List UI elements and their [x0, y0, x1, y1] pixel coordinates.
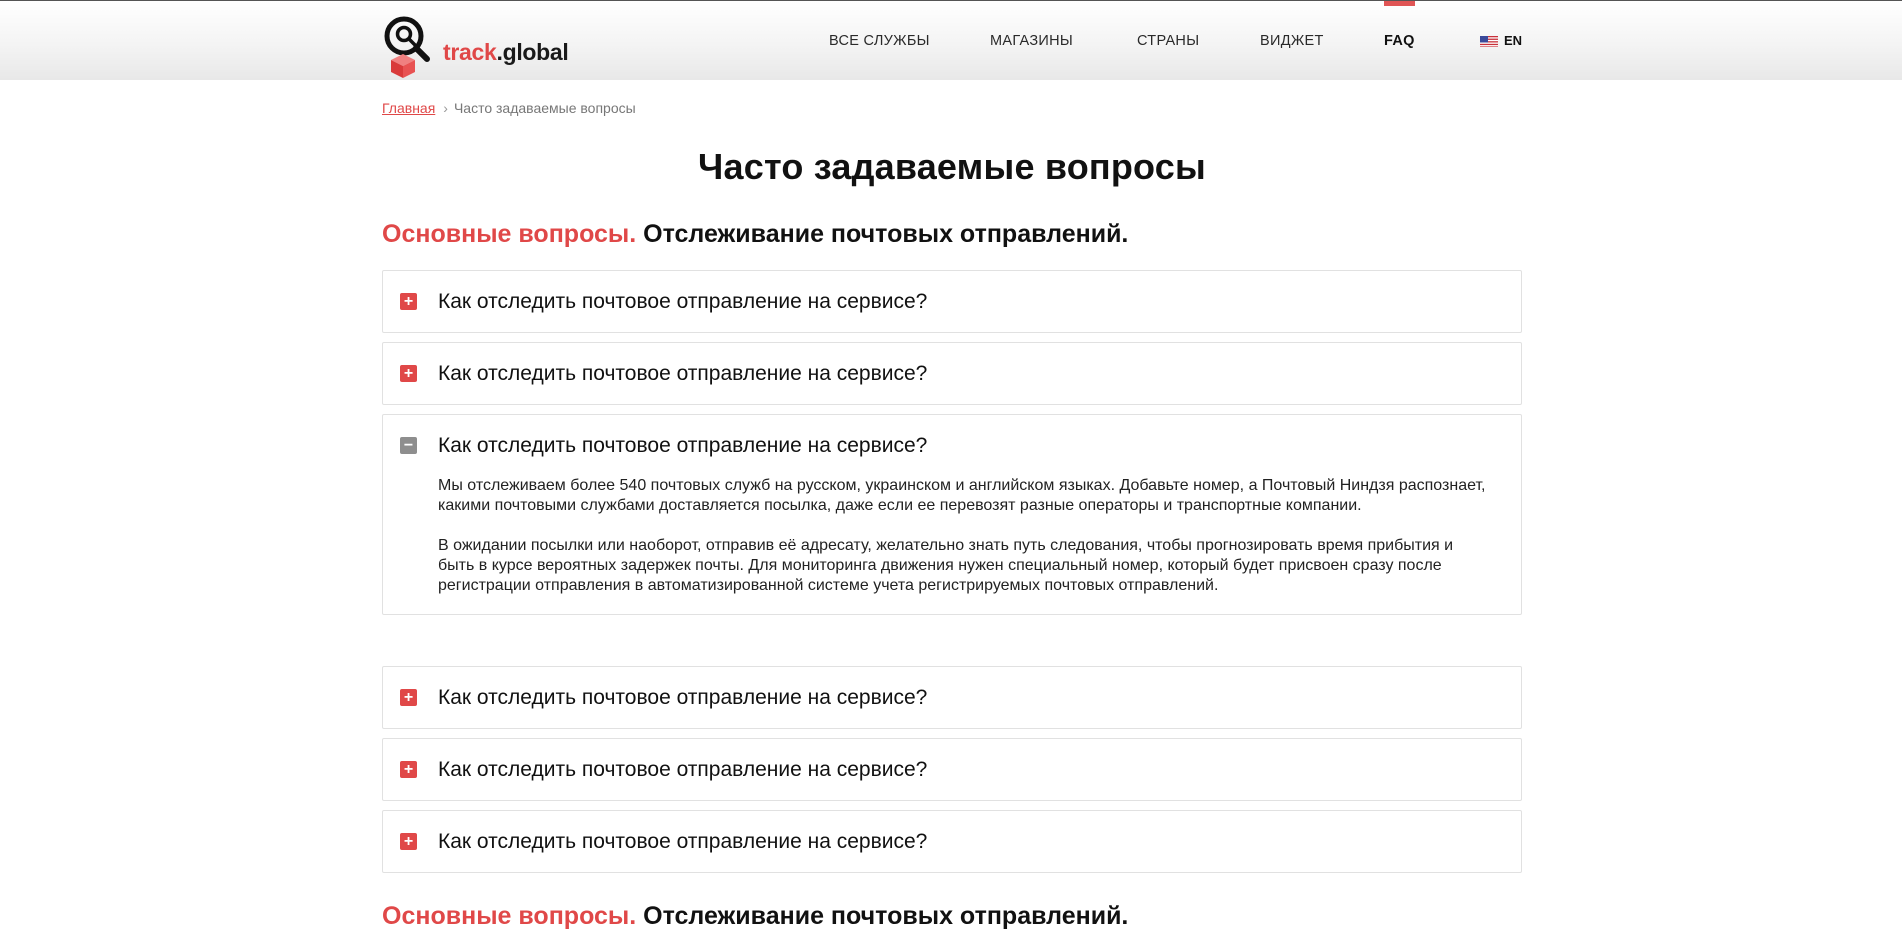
- section-title-accent: Основные вопросы.: [382, 902, 637, 930]
- section-title-rest: Отслеживание почтовых отправлений.: [643, 902, 1129, 930]
- faq-question-toggle[interactable]: + Как отследить почтовое отправление на …: [383, 271, 1521, 332]
- faq-question: Как отследить почтовое отправление на се…: [438, 434, 928, 457]
- plus-icon[interactable]: +: [400, 365, 417, 382]
- faq-answer-paragraph: Мы отслеживаем более 540 почтовых служб …: [438, 477, 1486, 514]
- faq-question: Как отследить почтовое отправление на се…: [438, 758, 928, 781]
- section-title-accent: Основные вопросы.: [382, 220, 637, 248]
- us-flag-icon: [1480, 35, 1498, 47]
- nav-item-all-services[interactable]: ВСЕ СЛУЖБЫ: [829, 33, 930, 49]
- plus-icon[interactable]: +: [400, 689, 417, 706]
- faq-item: + Как отследить почтовое отправление на …: [382, 342, 1522, 405]
- section-title: Основные вопросы. Отслеживание почтовых …: [382, 902, 1128, 931]
- section-title: Основные вопросы. Отслеживание почтовых …: [382, 220, 1128, 249]
- main-nav: ВСЕ СЛУЖБЫ МАГАЗИНЫ СТРАНЫ ВИДЖЕТ FAQ EN: [382, 1, 1522, 80]
- faq-question: Как отследить почтовое отправление на се…: [438, 830, 928, 853]
- faq-question-toggle[interactable]: + Как отследить почтовое отправление на …: [383, 811, 1521, 872]
- faq-item: + Как отследить почтовое отправление на …: [382, 810, 1522, 873]
- page-title: Часто задаваемые вопросы: [698, 146, 1206, 187]
- faq-question: Как отследить почтовое отправление на се…: [438, 290, 928, 313]
- site-header: track.global ВСЕ СЛУЖБЫ МАГАЗИНЫ СТРАНЫ …: [0, 1, 1902, 80]
- nav-item-countries[interactable]: СТРАНЫ: [1137, 33, 1199, 49]
- faq-question: Как отследить почтовое отправление на се…: [438, 686, 928, 709]
- breadcrumb: Главная › Часто задаваемые вопросы: [382, 100, 636, 116]
- breadcrumb-home-link[interactable]: Главная: [382, 100, 435, 116]
- language-switcher[interactable]: EN: [1480, 33, 1522, 48]
- nav-item-widget[interactable]: ВИДЖЕТ: [1260, 33, 1324, 49]
- faq-question: Как отследить почтовое отправление на се…: [438, 362, 928, 385]
- nav-item-stores[interactable]: МАГАЗИНЫ: [990, 33, 1073, 49]
- nav-item-faq[interactable]: FAQ: [1384, 33, 1415, 49]
- faq-question-toggle[interactable]: + Как отследить почтовое отправление на …: [383, 343, 1521, 404]
- faq-item: + Как отследить почтовое отправление на …: [382, 738, 1522, 801]
- faq-question-toggle[interactable]: + Как отследить почтовое отправление на …: [383, 739, 1521, 800]
- plus-icon[interactable]: +: [400, 833, 417, 850]
- faq-item: + Как отследить почтовое отправление на …: [382, 270, 1522, 333]
- language-label: EN: [1504, 33, 1523, 48]
- faq-answer-paragraph: В ожидании посылки или наоборот, отправи…: [438, 537, 1454, 594]
- faq-answer: Мы отслеживаем более 540 почтовых служб …: [383, 476, 1521, 614]
- faq-item-expanded: − Как отследить почтовое отправление на …: [382, 414, 1522, 615]
- chevron-right-icon: ›: [443, 100, 448, 116]
- faq-item: + Как отследить почтовое отправление на …: [382, 666, 1522, 729]
- breadcrumb-current: Часто задаваемые вопросы: [453, 100, 636, 116]
- faq-question-toggle[interactable]: − Как отследить почтовое отправление на …: [383, 415, 1521, 476]
- plus-icon[interactable]: +: [400, 761, 417, 778]
- active-nav-indicator: [1384, 1, 1415, 6]
- section-title-rest: Отслеживание почтовых отправлений.: [643, 220, 1129, 248]
- minus-icon[interactable]: −: [400, 437, 417, 454]
- faq-question-toggle[interactable]: + Как отследить почтовое отправление на …: [383, 667, 1521, 728]
- plus-icon[interactable]: +: [400, 293, 417, 310]
